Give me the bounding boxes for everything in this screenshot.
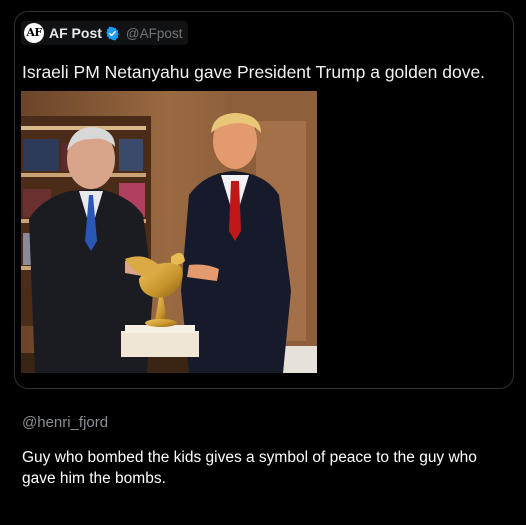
reply-author-handle[interactable]: @henri_fjord [22, 414, 108, 431]
reply-text: Guy who bombed the kids gives a symbol o… [22, 449, 477, 487]
verified-badge-icon [106, 26, 119, 40]
post-author-header[interactable]: AF AF Post @AFpost [21, 21, 189, 45]
author-handle[interactable]: @AFpost [126, 26, 182, 41]
post-card[interactable]: AF AF Post @AFpost Israeli PM Netanyahu … [14, 11, 514, 389]
post-text: Israeli PM Netanyahu gave President Trum… [22, 62, 486, 82]
post-photo[interactable] [21, 91, 317, 373]
photo-image [21, 91, 317, 373]
author-display-name[interactable]: AF Post [49, 25, 102, 41]
avatar[interactable]: AF [24, 23, 44, 43]
